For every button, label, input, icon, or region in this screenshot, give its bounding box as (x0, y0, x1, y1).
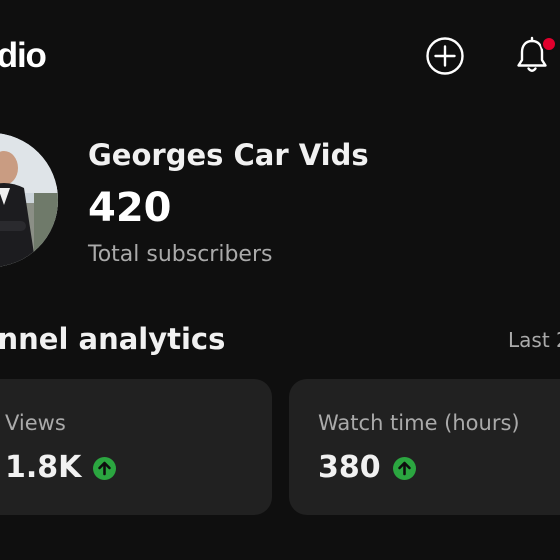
views-value-row: 1.8K (5, 449, 117, 487)
arrow-up-icon (392, 456, 416, 480)
studio-dashboard: Studio Georges Car Vids 420 Total subsc (0, 0, 560, 560)
notification-badge (541, 36, 557, 52)
plus-circle-icon (426, 37, 464, 75)
arrow-up-icon (93, 456, 117, 480)
watch-time-card[interactable]: Watch time (hours) 380 (289, 379, 560, 515)
analytics-period-link[interactable]: Last 28 days (508, 326, 560, 354)
views-label: Views (5, 411, 66, 435)
app-title: Studio (0, 36, 47, 75)
avatar-photo (0, 133, 58, 267)
notifications-button[interactable] (508, 32, 557, 80)
views-value: 1.8K (5, 450, 82, 485)
subscriber-label: Total subscribers (88, 242, 273, 267)
channel-name: Georges Car Vids (88, 138, 369, 172)
channel-avatar[interactable] (0, 133, 58, 267)
watch-time-label: Watch time (hours) (318, 411, 520, 435)
create-button[interactable] (422, 33, 468, 79)
subscriber-count: 420 (88, 185, 172, 231)
views-card[interactable]: Views 1.8K (0, 379, 272, 515)
analytics-section-title: Channel analytics (0, 322, 226, 356)
watch-time-value-row: 380 (318, 449, 416, 487)
watch-time-value: 380 (318, 450, 381, 485)
